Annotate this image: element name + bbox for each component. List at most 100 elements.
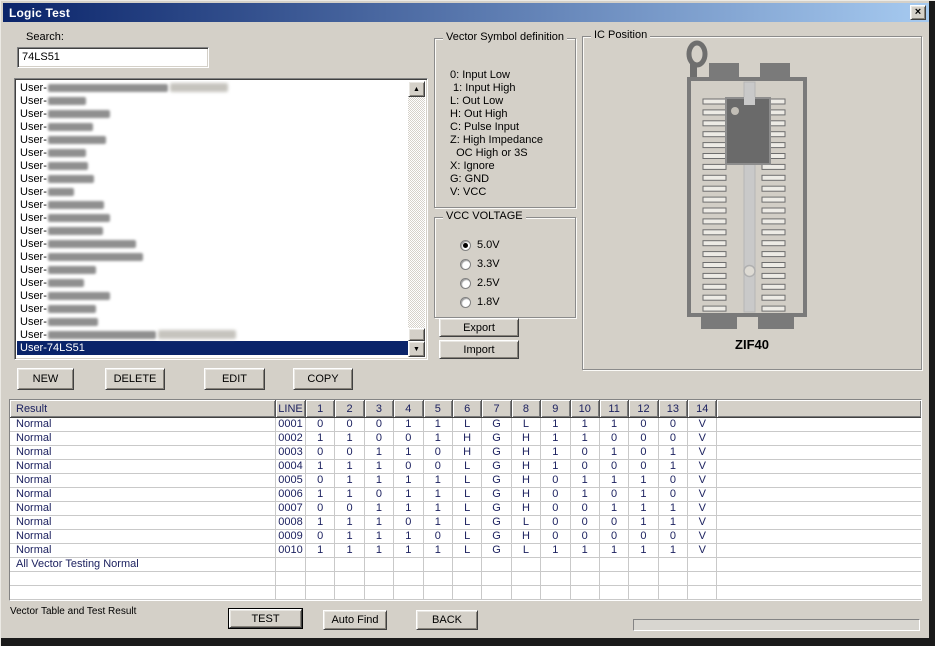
close-icon[interactable]: × — [910, 5, 926, 20]
table-empty-row[interactable] — [10, 572, 921, 586]
radio-option[interactable]: 2.5V — [460, 276, 500, 290]
list-item[interactable]: User- — [17, 276, 408, 289]
table-cell-value — [512, 558, 541, 572]
table-row[interactable]: Normal000811101LGL00011V — [10, 516, 921, 530]
radio-option[interactable]: 3.3V — [460, 257, 500, 271]
list-item[interactable]: User- — [17, 120, 408, 133]
delete-button[interactable]: DELETE — [105, 368, 165, 390]
title-bar[interactable]: Logic Test × — [3, 3, 929, 22]
auto-find-button[interactable]: Auto Find — [323, 610, 387, 630]
edit-button[interactable]: EDIT — [204, 368, 265, 390]
list-item[interactable]: User- — [17, 224, 408, 237]
table-row[interactable]: Normal000211001HGH11000V — [10, 432, 921, 446]
table-header-cell[interactable]: 3 — [365, 400, 394, 417]
list-item[interactable]: User- — [17, 250, 408, 263]
pin-slot — [762, 219, 785, 224]
result-table[interactable]: ResultLINE1234567891011121314 Normal0001… — [9, 399, 922, 601]
radio-option[interactable]: 5.0V — [460, 238, 500, 252]
table-cell-result: Normal — [10, 502, 276, 516]
scrollbar-thumb[interactable] — [408, 328, 425, 341]
table-cell-value — [659, 572, 688, 586]
radio-circle[interactable] — [460, 278, 471, 289]
table-header-cell[interactable]: 5 — [424, 400, 453, 417]
pin-slot — [762, 284, 785, 289]
device-listbox[interactable]: User-User-User-User-User-User-User-User-… — [14, 78, 428, 360]
list-item[interactable]: User- — [17, 81, 408, 94]
test-button[interactable]: TEST — [229, 609, 302, 628]
radio-circle[interactable] — [460, 259, 471, 270]
list-item[interactable]: User- — [17, 172, 408, 185]
list-item[interactable]: User- — [17, 289, 408, 302]
table-row[interactable]: Normal000100011LGL11100V — [10, 418, 921, 432]
table-empty-row[interactable] — [10, 586, 921, 600]
import-button[interactable]: Import — [439, 340, 519, 359]
table-row[interactable]: Normal000411100LGH10001V — [10, 460, 921, 474]
table-header-cell[interactable]: 14 — [688, 400, 717, 417]
table-header-cell[interactable]: 10 — [571, 400, 600, 417]
table-header-cell[interactable]: 1 — [306, 400, 335, 417]
table-row[interactable]: Normal000300110HGH10101V — [10, 446, 921, 460]
scroll-down-icon[interactable]: ▼ — [408, 341, 425, 357]
table-row[interactable]: Normal001011111LGL11111V — [10, 544, 921, 558]
list-item[interactable]: User- — [17, 107, 408, 120]
table-row[interactable]: Normal000611011LGH01010V — [10, 488, 921, 502]
table-cell-value: 1 — [335, 544, 364, 558]
table-row[interactable]: Normal000700111LGH00111V — [10, 502, 921, 516]
table-cell-value: 0 — [571, 502, 600, 516]
table-row[interactable]: Normal000901110LGH00000V — [10, 530, 921, 544]
radio-label: 2.5V — [477, 277, 500, 289]
table-body: Normal000100011LGL11100VNormal000211001H… — [10, 418, 921, 601]
table-header-cell[interactable]: 12 — [629, 400, 658, 417]
list-item-selected[interactable]: User-74LS51 — [17, 341, 408, 355]
list-item-prefix: User- — [20, 95, 47, 107]
copy-button[interactable]: COPY — [293, 368, 353, 390]
table-cell-value: 0 — [365, 488, 394, 502]
list-item[interactable]: User- — [17, 159, 408, 172]
list-item[interactable]: User- — [17, 146, 408, 159]
list-item[interactable]: User- — [17, 237, 408, 250]
back-button[interactable]: BACK — [416, 610, 478, 630]
table-summary-row[interactable]: All Vector Testing Normal — [10, 558, 921, 572]
table-cell-value — [629, 586, 658, 600]
table-cell-filler — [717, 558, 921, 572]
radio-option[interactable]: 1.8V — [460, 295, 500, 309]
list-item[interactable]: User- — [17, 198, 408, 211]
table-header-cell[interactable]: 6 — [453, 400, 482, 417]
list-item[interactable]: User- — [17, 94, 408, 107]
list-item-blurred-halo — [158, 330, 236, 339]
table-cell-line: 0009 — [276, 530, 306, 544]
table-empty-row[interactable] — [10, 600, 921, 601]
export-button[interactable]: Export — [439, 318, 519, 337]
table-cell-value — [306, 558, 335, 572]
list-item[interactable]: User- — [17, 211, 408, 224]
table-header-cell[interactable]: 9 — [541, 400, 570, 417]
radio-label: 3.3V — [477, 258, 500, 270]
list-item[interactable]: User- — [17, 328, 408, 341]
radio-circle[interactable] — [460, 240, 471, 251]
list-item[interactable]: User- — [17, 302, 408, 315]
table-header-cell[interactable]: Result — [10, 400, 276, 417]
table-row[interactable]: Normal000501111LGH01110V — [10, 474, 921, 488]
table-header-cell[interactable]: 13 — [659, 400, 688, 417]
table-header-cell[interactable]: 7 — [482, 400, 511, 417]
list-item[interactable]: User- — [17, 185, 408, 198]
search-input[interactable]: 74LS51 — [17, 47, 209, 68]
table-header-cell[interactable]: 2 — [335, 400, 364, 417]
table-header-cell[interactable]: LINE — [276, 400, 306, 417]
pin-slot — [703, 263, 726, 268]
table-header-cell[interactable]: 11 — [600, 400, 629, 417]
table-header-row: ResultLINE1234567891011121314 — [10, 400, 921, 418]
table-header-cell[interactable]: 4 — [394, 400, 423, 417]
table-header-cell[interactable]: 8 — [512, 400, 541, 417]
radio-circle[interactable] — [460, 297, 471, 308]
list-item-prefix: User- — [20, 82, 47, 94]
table-cell-value: 1 — [394, 474, 423, 488]
list-item-blurred-text — [48, 201, 104, 209]
list-scrollbar[interactable]: ▲ ▼ — [408, 81, 425, 357]
list-item[interactable]: User- — [17, 263, 408, 276]
list-item[interactable]: User- — [17, 133, 408, 146]
scroll-up-icon[interactable]: ▲ — [408, 81, 425, 97]
list-item[interactable]: User- — [17, 315, 408, 328]
new-button[interactable]: NEW — [17, 368, 74, 390]
list-item-blurred-text — [48, 175, 94, 183]
